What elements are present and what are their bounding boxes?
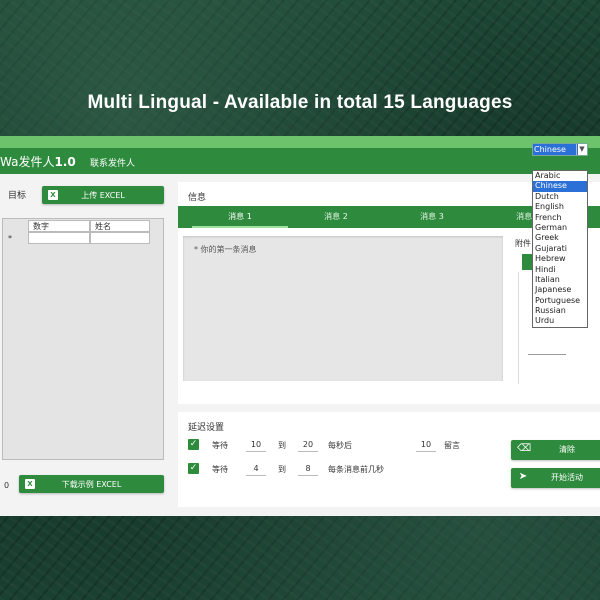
language-option[interactable]: Greek	[533, 233, 587, 243]
language-option[interactable]: French	[533, 213, 587, 223]
promo-headline: Multi Lingual - Available in total 15 La…	[87, 92, 513, 113]
title-bar: Wa发件人1.0 联系发件人	[0, 148, 600, 174]
chevron-down-icon[interactable]: ▼	[576, 144, 587, 155]
language-option[interactable]: Russian	[533, 306, 587, 316]
column-header-number[interactable]: 数字	[28, 220, 90, 232]
message-input[interactable]: * 你的第一条消息	[183, 236, 503, 381]
tab-message-2[interactable]: 消息 2	[288, 206, 384, 228]
delay-row2-to-input[interactable]: 8	[298, 462, 318, 476]
delay-row2-wait-label: 等待	[212, 465, 228, 474]
delay-settings-title: 延迟设置	[188, 423, 225, 433]
delay-row1-checkbox[interactable]: ✓	[188, 439, 199, 450]
attachment-label: 附件	[515, 239, 531, 248]
message-placeholder: * 你的第一条消息	[194, 245, 257, 254]
start-campaign-button[interactable]: ➤ 开始活动	[511, 468, 600, 488]
send-icon: ➤	[518, 471, 528, 482]
start-campaign-label: 开始活动	[551, 473, 583, 482]
delay-row2-after-label: 每条消息前几秒	[328, 465, 384, 474]
language-option[interactable]: Chinese	[533, 181, 587, 192]
download-sample-label: 下载示例 EXCEL	[61, 479, 122, 489]
upload-excel-label: 上传 EXCEL	[81, 190, 125, 200]
cell-name[interactable]	[90, 232, 150, 244]
language-dropdown-list: Arabic Chinese Dutch English French German Gre…	[532, 170, 588, 328]
delay-settings-panel: 延迟设置 ✓ 等待 10 到 20 每秒后 10 留言 ✓ 等待 4 到 8 每…	[178, 412, 600, 507]
cell-number[interactable]	[28, 232, 90, 244]
delay-row1-suffix-label: 留言	[444, 441, 460, 450]
upload-excel-button[interactable]: X 上传 EXCEL	[42, 186, 164, 204]
app-title: Wa发件人1.0	[0, 155, 76, 169]
language-select[interactable]: Chinese ▼	[532, 143, 588, 156]
target-label: 目标	[8, 191, 27, 201]
language-option[interactable]: Arabic	[533, 171, 587, 181]
delay-row1-count-input[interactable]: 10	[416, 438, 436, 452]
clear-button[interactable]: ⌫ 清除	[511, 440, 600, 460]
language-option[interactable]: Gujarati	[533, 244, 587, 254]
new-row-marker: *	[8, 234, 12, 243]
column-header-name[interactable]: 姓名	[90, 220, 150, 232]
language-option[interactable]: Hebrew	[533, 254, 587, 264]
eraser-icon: ⌫	[517, 443, 532, 454]
app-subtitle: 联系发件人	[90, 159, 136, 169]
delay-row1-wait-label: 等待	[212, 441, 228, 450]
delay-row2-to-label: 到	[278, 465, 286, 474]
delay-row1-to-label: 到	[278, 441, 286, 450]
language-option[interactable]: German	[533, 223, 587, 233]
tab-message-3[interactable]: 消息 3	[384, 206, 480, 228]
language-option[interactable]: English	[533, 202, 587, 212]
language-option[interactable]: Urdu	[533, 316, 587, 326]
attachment-divider	[528, 354, 566, 355]
contact-count: 0	[4, 481, 10, 490]
delay-row2-from-input[interactable]: 4	[246, 462, 266, 476]
language-option[interactable]: Hindi	[533, 265, 587, 275]
message-title: 信息	[188, 193, 207, 203]
delay-row1-to-input[interactable]: 20	[298, 438, 318, 452]
contacts-table[interactable]: 数字 姓名 *	[2, 218, 164, 460]
targets-panel: 目标 X 上传 EXCEL 数字 姓名 * 0 X 下载示例 EXCEL	[0, 182, 170, 507]
tab-message-1[interactable]: 消息 1	[192, 206, 288, 228]
download-sample-excel-button[interactable]: X 下载示例 EXCEL	[19, 475, 164, 493]
language-option[interactable]: Portuguese	[533, 296, 587, 306]
language-option[interactable]: Dutch	[533, 192, 587, 202]
window-top-strip	[0, 136, 600, 148]
language-option[interactable]: Italian	[533, 275, 587, 285]
app-window: Wa发件人1.0 联系发件人 Chinese ▼ Arabic Chinese Du…	[0, 136, 600, 516]
delay-row1-from-input[interactable]: 10	[246, 438, 266, 452]
language-option[interactable]: Japanese	[533, 285, 587, 295]
delay-row1-after-label: 每秒后	[328, 441, 352, 450]
delay-row2-checkbox[interactable]: ✓	[188, 463, 199, 474]
language-select-value: Chinese	[533, 144, 578, 155]
clear-label: 清除	[559, 445, 575, 454]
